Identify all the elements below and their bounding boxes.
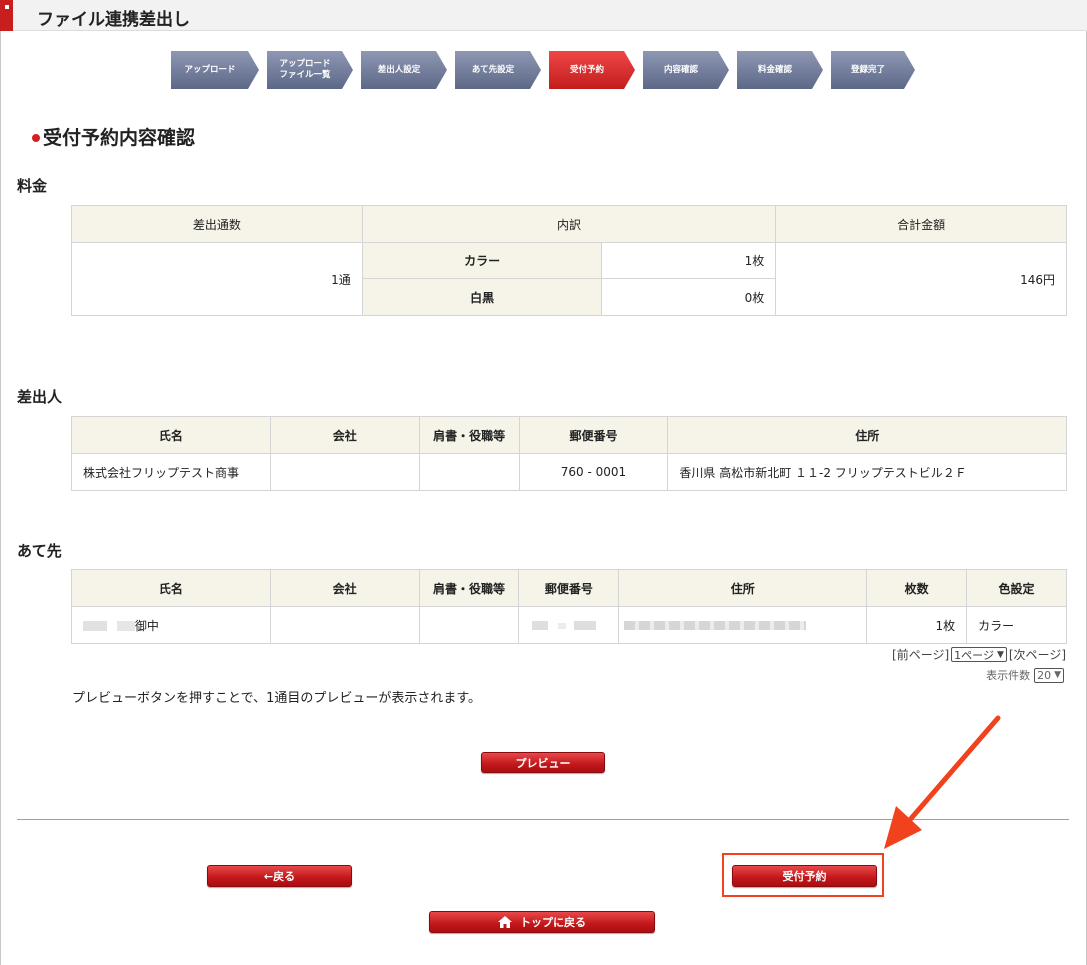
fee-mono-label: 白黒 [361,278,603,316]
step-recipient: あて先設定 [455,51,541,89]
blurred-text [532,621,549,630]
title-marker [0,0,13,31]
divider [17,819,1069,820]
recipient-name: 御中 [71,606,271,644]
recipient-header-name: 氏名 [71,569,271,607]
sender-header-title: 肩書・役職等 [418,416,520,454]
preview-button[interactable]: プレビュー [481,752,605,773]
recipient-table: 氏名 会社 肩書・役職等 郵便番号 住所 枚数 色設定 御中 1枚 カラー [71,569,1067,644]
blurred-text [624,621,807,630]
recipient-header-title: 肩書・役職等 [418,569,520,607]
blurred-text [116,621,135,631]
sender-table: 氏名 会社 肩書・役職等 郵便番号 住所 株式会社フリップテスト商事 760 -… [71,416,1067,491]
sender-postal: 760 - 0001 [518,453,669,491]
fee-color-value: 1枚 [601,242,777,279]
step-upload: アップロード [171,51,259,89]
page-title: 受付予約内容確認 [32,123,195,150]
sender-header-postal: 郵便番号 [518,416,669,454]
recipient-company [269,606,420,644]
fee-header-breakdown: 内訳 [361,205,777,243]
chevron-down-icon: ▼ [1054,670,1061,680]
page-size-label: 表示件数 [986,669,1031,682]
sender-company [269,453,420,491]
bullet-icon [32,133,40,142]
page-select[interactable]: 1ページ ▼ [951,647,1007,662]
sender-header-company: 会社 [269,416,420,454]
step-upload-list: アップロード ファイル一覧 [267,51,353,89]
prev-page-link[interactable]: [前ページ] [892,646,949,663]
recipient-section-label: あて先 [17,542,62,560]
fee-total-value: 146円 [775,242,1067,316]
fee-table: 差出通数 内訳 合計金額 1通 カラー 1枚 146円 白黒 0枚 [71,205,1067,316]
back-button[interactable]: ←戻る [207,865,352,887]
sender-section-label: 差出人 [17,388,63,406]
fee-count-value: 1通 [71,242,363,316]
next-page-link[interactable]: [次ページ] [1009,646,1066,663]
recipient-header-color: 色設定 [966,569,1067,607]
recipient-header-postal: 郵便番号 [518,569,620,607]
fee-color-label: カラー [361,242,603,279]
page-size: 表示件数 20 ▼ [986,667,1066,683]
annotation-highlight [722,853,884,897]
step-sender: 差出人設定 [361,51,447,89]
page-size-select[interactable]: 20 ▼ [1034,667,1064,683]
step-content-confirm: 内容確認 [643,51,729,89]
step-complete: 登録完了 [831,51,915,89]
recipient-color: カラー [966,606,1067,644]
recipient-header-sheets: 枚数 [866,569,968,607]
step-reservation: 受付予約 [549,51,635,89]
sender-address: 香川県 高松市新北町 １１-2 フリップテストビル２Ｆ [667,453,1067,491]
chevron-down-icon: ▼ [996,649,1004,660]
pager: [前ページ] 1ページ ▼ [次ページ] [892,646,1066,663]
fee-header-count: 差出通数 [71,205,363,243]
top-button[interactable]: トップに戻る [429,911,655,933]
blurred-text [83,621,107,631]
recipient-header-address: 住所 [618,569,868,607]
sender-header-address: 住所 [667,416,1067,454]
recipient-header-company: 会社 [269,569,420,607]
home-icon [498,916,512,928]
fee-section-label: 料金 [17,177,48,195]
preview-note: プレビューボタンを押すことで、1通目のプレビューが表示されます。 [72,691,482,706]
sender-header-name: 氏名 [71,416,271,454]
recipient-postal [518,606,620,644]
sender-name: 株式会社フリップテスト商事 [71,453,271,491]
blurred-text [558,622,567,629]
sender-title [418,453,520,491]
recipient-sheets: 1枚 [866,606,968,644]
blurred-text [574,621,597,630]
page-header-title: ファイル連携差出し [37,10,190,30]
recipient-address [618,606,868,644]
step-fee-confirm: 料金確認 [737,51,823,89]
fee-mono-value: 0枚 [601,278,777,316]
fee-header-total: 合計金額 [775,205,1067,243]
title-bar: ファイル連携差出し [0,0,1087,31]
recipient-title [418,606,520,644]
